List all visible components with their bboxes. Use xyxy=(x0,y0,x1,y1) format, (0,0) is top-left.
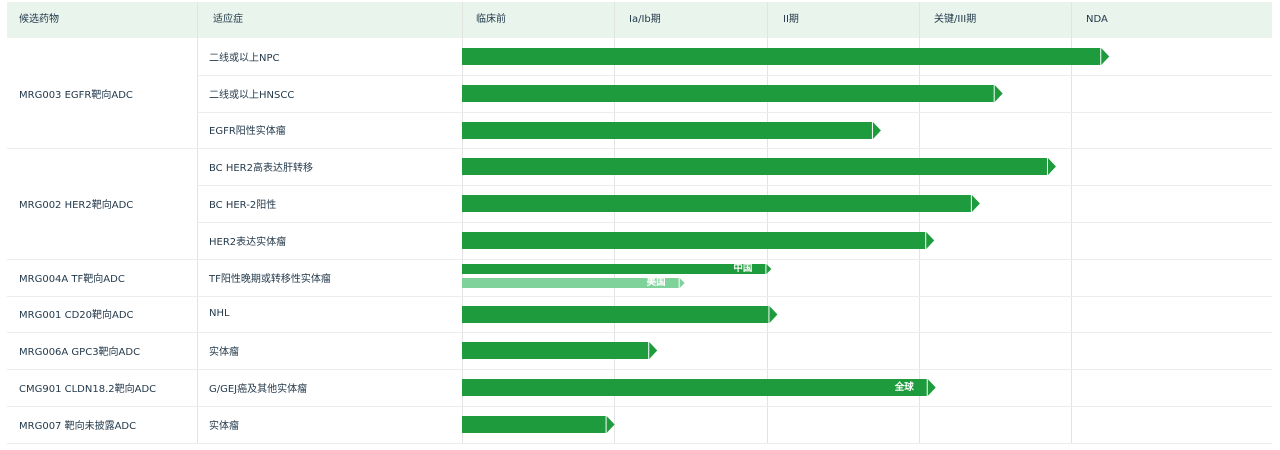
drug-name-cell: MRG001 CD20靶向ADC xyxy=(19,310,134,322)
pipeline-table: 候选药物 适应症 临床前 Ia/Ib期 II期 关键/III期 NDA MRG0… xyxy=(7,2,1272,445)
row-divider xyxy=(197,185,1272,186)
indication-cell: BC HER-2阳性 xyxy=(209,200,277,212)
indication-cell: 二线或以上NPC xyxy=(209,52,280,64)
progress-bar xyxy=(462,231,935,249)
header-drug: 候选药物 xyxy=(19,14,59,25)
progress-bar xyxy=(462,84,1003,102)
row-divider xyxy=(7,406,1272,407)
bar-region-label: 全球 xyxy=(894,381,914,393)
drug-name-cell: MRG004A TF靶向ADC xyxy=(19,273,125,285)
header-phase-2: II期 xyxy=(783,14,799,25)
drug-name-cell: CMG901 CLDN18.2靶向ADC xyxy=(19,384,157,396)
header-phase-nda: NDA xyxy=(1086,14,1108,25)
progress-bar xyxy=(462,158,1056,176)
bar-region-label: 中国 xyxy=(733,263,753,275)
header-phase-1: Ia/Ib期 xyxy=(629,14,661,25)
drug-name-cell: MRG006A GPC3靶向ADC xyxy=(19,347,141,359)
indication-cell: G/GEJ癌及其他实体瘤 xyxy=(209,384,308,396)
progress-bar xyxy=(462,379,936,397)
row-divider xyxy=(7,148,1272,149)
row-divider xyxy=(7,332,1272,333)
drug-name-cell: MRG002 HER2靶向ADC xyxy=(19,200,134,212)
row-divider xyxy=(7,443,1272,444)
header-indication: 适应症 xyxy=(213,14,243,25)
header-phase-3: 关键/III期 xyxy=(934,14,977,25)
row-divider xyxy=(7,259,1272,260)
indication-cell: 二线或以上HNSCC xyxy=(209,89,295,101)
row-divider xyxy=(197,222,1272,223)
indication-cell: BC HER2高表达肝转移 xyxy=(209,163,313,175)
bar-region-label: 美国 xyxy=(646,277,666,289)
row-divider xyxy=(7,369,1272,370)
progress-bar xyxy=(462,305,778,323)
indication-cell: TF阳性晚期或转移性实体瘤 xyxy=(209,273,331,285)
indication-cell: NHL xyxy=(209,308,230,320)
drug-name-cell: MRG007 靶向未披露ADC xyxy=(19,420,137,432)
drug-name-cell: MRG003 EGFR靶向ADC xyxy=(19,89,133,101)
header-phase-preclinical: 临床前 xyxy=(476,14,506,25)
indication-cell: 实体瘤 xyxy=(209,347,239,359)
progress-bar xyxy=(462,47,1110,65)
progress-bar xyxy=(462,415,615,433)
progress-bar xyxy=(462,264,772,275)
progress-bar xyxy=(462,195,980,213)
indication-cell: HER2表达实体瘤 xyxy=(209,236,287,248)
row-divider xyxy=(197,112,1272,113)
indication-cell: EGFR阳性实体瘤 xyxy=(209,126,286,138)
row-divider xyxy=(7,296,1272,297)
indication-cell: 实体瘤 xyxy=(209,420,239,432)
row-divider xyxy=(197,75,1272,76)
progress-bar xyxy=(462,121,881,139)
progress-bar xyxy=(462,342,658,360)
